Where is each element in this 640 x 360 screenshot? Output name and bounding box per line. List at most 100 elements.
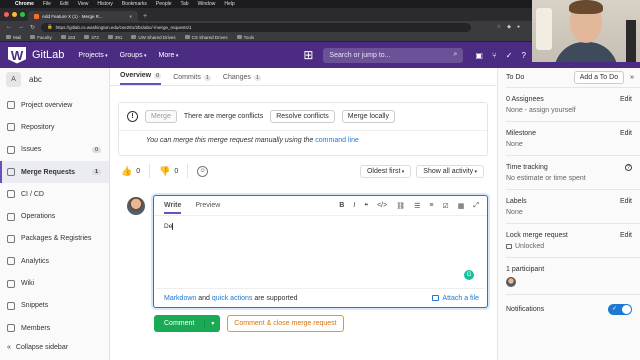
comment-close-button[interactable]: Comment & close merge request bbox=[227, 315, 344, 332]
search-placeholder: Search or jump to... bbox=[329, 51, 391, 59]
sidebar-item-packages[interactable]: Packages & Registries bbox=[0, 228, 109, 250]
bookmark-tools[interactable]: Tools bbox=[236, 35, 254, 40]
bullet-list-icon[interactable]: ☰ bbox=[414, 202, 420, 210]
project-header[interactable]: A abc bbox=[0, 68, 109, 90]
close-tab-icon[interactable]: × bbox=[129, 14, 132, 19]
merge-request-icon[interactable]: ⑂ bbox=[492, 51, 497, 60]
code-icon[interactable]: </> bbox=[377, 202, 387, 210]
bookmark-373[interactable]: 373 bbox=[84, 35, 99, 40]
help-icon[interactable]: ? bbox=[625, 164, 632, 171]
tab-preview[interactable]: Preview bbox=[195, 202, 220, 209]
maximize-window-icon[interactable] bbox=[20, 12, 25, 17]
table-icon[interactable]: ▦ bbox=[458, 202, 465, 210]
menu-window[interactable]: Window bbox=[198, 1, 216, 7]
edit-labels-link[interactable]: Edit bbox=[620, 198, 632, 205]
sidebar-item-issues[interactable]: Issues 0 bbox=[0, 139, 109, 161]
bookmark-163[interactable]: 163 bbox=[60, 35, 75, 40]
extension-icon[interactable]: ◆ bbox=[507, 24, 511, 30]
sidebar-item-analytics[interactable]: Analytics bbox=[0, 250, 109, 272]
comment-textarea[interactable]: De G bbox=[154, 216, 487, 288]
app-menu[interactable]: Chrome bbox=[15, 1, 34, 7]
menu-file[interactable]: File bbox=[43, 1, 51, 7]
numbered-list-icon[interactable]: ≡ bbox=[429, 202, 433, 210]
bookmark-cs-shared-drives[interactable]: CS Shared Drives bbox=[184, 35, 228, 40]
new-tab-icon[interactable]: + bbox=[143, 13, 147, 20]
menu-bookmarks[interactable]: Bookmarks bbox=[122, 1, 147, 7]
thumbs-up-button[interactable]: 👍 0 bbox=[118, 164, 143, 179]
sidebar-item-snippets[interactable]: Snippets bbox=[0, 295, 109, 317]
todo-icon[interactable]: ✓ bbox=[506, 51, 513, 60]
italic-icon[interactable]: I bbox=[353, 202, 355, 210]
fullscreen-icon[interactable]: ⤢ bbox=[473, 202, 479, 210]
chevron-down-icon[interactable]: ▼ bbox=[205, 321, 220, 327]
menu-people[interactable]: People bbox=[156, 1, 172, 7]
search-input[interactable]: Search or jump to... ⌕ bbox=[323, 47, 464, 63]
sidebar-item-ci-cd[interactable]: CI / CD bbox=[0, 183, 109, 205]
resolve-conflicts-button[interactable]: Resolve conflicts bbox=[270, 110, 335, 123]
tab-commits[interactable]: Commits 1 bbox=[173, 74, 211, 85]
brand-name[interactable]: GitLab bbox=[32, 49, 64, 61]
double-chevron-right-icon[interactable]: » bbox=[630, 74, 634, 81]
quick-actions-link[interactable]: quick actions bbox=[212, 295, 252, 302]
attach-file-button[interactable]: Attach a file bbox=[432, 295, 479, 302]
edit-assignee-link[interactable]: Edit bbox=[620, 96, 632, 103]
add-todo-button[interactable]: Add a To Do bbox=[573, 71, 625, 84]
sidebar-item-members[interactable]: Members bbox=[0, 317, 109, 339]
sidebar-item-merge-requests[interactable]: Merge Requests 1 bbox=[0, 160, 109, 184]
bold-icon[interactable]: B bbox=[339, 202, 344, 210]
lock-value: Unlocked bbox=[515, 243, 545, 250]
command-line-link[interactable]: command line bbox=[315, 137, 359, 144]
add-reaction-button[interactable]: ☺ bbox=[194, 164, 211, 179]
bookmark-391[interactable]: 391 bbox=[107, 35, 122, 40]
menu-help[interactable]: Help bbox=[224, 1, 234, 7]
notifications-toggle[interactable]: ✓ bbox=[608, 304, 632, 315]
link-icon[interactable]: ⛓ bbox=[396, 202, 405, 210]
tab-overview[interactable]: Overview 0 bbox=[120, 72, 162, 85]
menu-view[interactable]: View bbox=[78, 1, 89, 7]
sidebar-item-repository[interactable]: Repository bbox=[0, 116, 109, 138]
help-icon[interactable]: ? bbox=[522, 51, 526, 60]
uw-logo-icon[interactable]: W bbox=[8, 46, 26, 64]
sidebar-item-label: Wiki bbox=[21, 280, 35, 288]
reload-icon[interactable]: ↻ bbox=[30, 24, 35, 31]
sidebar-item-wiki[interactable]: Wiki bbox=[0, 272, 109, 294]
assign-self-link[interactable]: None - assign yourself bbox=[506, 107, 632, 114]
tab-write[interactable]: Write bbox=[164, 202, 182, 214]
address-bar[interactable]: 🔒 https://gitlab.cs.washington.edu/cse29… bbox=[41, 22, 472, 32]
issues-icon[interactable]: ▣ bbox=[475, 51, 483, 60]
participant-avatar[interactable] bbox=[506, 277, 516, 287]
merge-locally-button[interactable]: Merge locally bbox=[341, 110, 395, 123]
nav-groups[interactable]: Groups bbox=[120, 52, 147, 59]
back-icon[interactable]: ← bbox=[6, 24, 12, 30]
nav-projects[interactable]: Projects bbox=[78, 52, 107, 59]
menu-history[interactable]: History bbox=[97, 1, 113, 7]
bookmark-mail[interactable]: Mail bbox=[6, 35, 21, 40]
quote-icon[interactable]: ❝ bbox=[364, 202, 368, 210]
comment-button[interactable]: Comment ▼ bbox=[154, 315, 221, 332]
tab-changes[interactable]: Changes 1 bbox=[223, 74, 261, 85]
task-list-icon[interactable]: ☑ bbox=[442, 202, 448, 210]
markdown-link[interactable]: Markdown bbox=[164, 295, 196, 302]
bookmark-faculty[interactable]: Faculty bbox=[30, 35, 52, 40]
collapse-sidebar-button[interactable]: « Collapse sidebar bbox=[7, 344, 68, 351]
forward-icon[interactable]: → bbox=[18, 24, 24, 30]
star-icon[interactable]: ☆ bbox=[497, 24, 501, 30]
sidebar-item-operations[interactable]: Operations bbox=[0, 205, 109, 227]
profile-icon[interactable]: ● bbox=[517, 24, 520, 30]
close-window-icon[interactable] bbox=[4, 12, 9, 17]
menu-tab[interactable]: Tab bbox=[181, 1, 189, 7]
thumbs-down-button[interactable]: 👎 0 bbox=[156, 164, 181, 179]
edit-milestone-link[interactable]: Edit bbox=[620, 130, 632, 137]
plus-icon[interactable]: ⊞ bbox=[303, 48, 313, 62]
nav-more[interactable]: More bbox=[159, 52, 179, 59]
menu-edit[interactable]: Edit bbox=[60, 1, 69, 7]
edit-lock-link[interactable]: Edit bbox=[620, 232, 632, 239]
browser-tab[interactable]: Add Feature X (1) · Merge R... × bbox=[28, 11, 138, 21]
sidebar-item-project-overview[interactable]: Project overview bbox=[0, 94, 109, 116]
bookmark-uw-shared-drives[interactable]: UW Shared Drives bbox=[131, 35, 176, 40]
sort-dropdown[interactable]: Oldest first bbox=[359, 164, 412, 178]
grammarly-icon[interactable]: G bbox=[464, 270, 474, 280]
minimize-window-icon[interactable] bbox=[12, 12, 17, 17]
merge-button[interactable]: Merge bbox=[145, 110, 177, 123]
activity-filter-dropdown[interactable]: Show all activity bbox=[416, 164, 484, 178]
